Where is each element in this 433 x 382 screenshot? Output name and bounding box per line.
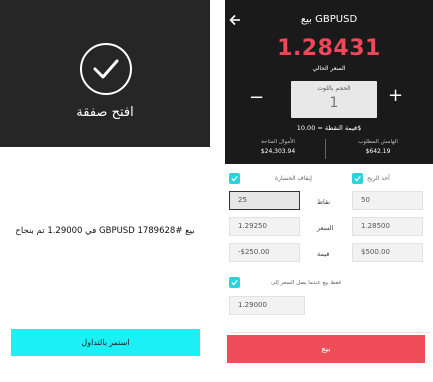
take-profit-points-input[interactable]: 50: [352, 191, 423, 210]
take-profit-checkbox[interactable]: [352, 173, 363, 184]
confirmation-title: افتح صفقة: [76, 105, 134, 120]
value-row-label: قيمة: [317, 250, 330, 258]
points-row-label: نقاط: [317, 198, 331, 206]
check-circle-icon: [80, 43, 132, 95]
stat-divider: [325, 139, 326, 159]
point-value: قيمة النقطة = 10.00$: [296, 124, 362, 132]
stop-loss-label: إيقاف الخسارة: [275, 175, 312, 182]
required-margin-label: الهامش المطلوب: [358, 139, 398, 145]
stop-loss-checkbox[interactable]: [229, 173, 240, 184]
required-margin-stat: الهامش المطلوب $642.19: [353, 139, 403, 155]
take-profit-price-input[interactable]: 1.28500: [352, 217, 423, 236]
pair-title: بيع GBPUSD: [300, 14, 358, 25]
decrease-volume-button[interactable]: −: [249, 87, 264, 108]
confirmation-header: افتح صفقة: [0, 0, 210, 147]
free-funds-label: الأموال المتاحة: [261, 139, 295, 145]
limit-order-label: فقط بيع عندما يصل السعر إلى: [271, 280, 341, 286]
free-funds-value: $24,303.94: [260, 148, 296, 155]
form-divider: [231, 332, 431, 333]
required-margin-value: $642.19: [365, 148, 391, 155]
limit-order-checkbox[interactable]: [229, 277, 240, 288]
volume-stepper[interactable]: الحجم باللوت 1: [291, 81, 377, 118]
stop-loss-value-input[interactable]: -$250.00: [229, 243, 300, 262]
screen: افتح صفقة في 1.29000 تم بنجاح GBPUSD بيع…: [0, 0, 433, 382]
continue-trading-button[interactable]: استمر بالتداول: [11, 329, 200, 356]
order-ticket-panel: بيع GBPUSD 1.28431 السعر الحالي − الحجم …: [225, 0, 433, 382]
limit-price-input[interactable]: 1.29000: [229, 296, 305, 315]
confirmation-message: في 1.29000 تم بنجاح GBPUSD بيع #1789628: [15, 226, 195, 236]
stop-loss-points-input[interactable]: 25: [229, 191, 300, 210]
price-row-label: السعر: [317, 224, 334, 232]
take-profit-value-input[interactable]: $500.00: [352, 243, 423, 262]
trade-confirmation-panel: افتح صفقة في 1.29000 تم بنجاح GBPUSD بيع…: [0, 0, 210, 382]
current-price-label: السعر الحالي: [312, 65, 346, 72]
increase-volume-button[interactable]: +: [388, 85, 403, 106]
sell-button[interactable]: بيع: [227, 335, 425, 363]
current-price: 1.28431: [277, 36, 381, 61]
order-header: بيع GBPUSD 1.28431 السعر الحالي − الحجم …: [225, 0, 433, 164]
free-funds-stat: الأموال المتاحة $24,303.94: [253, 139, 303, 155]
take-profit-label: أخذ الربح: [367, 175, 390, 182]
volume-label: الحجم باللوت: [317, 85, 351, 92]
stop-loss-price-input[interactable]: 1.29250: [229, 217, 300, 236]
volume-value: 1: [329, 95, 339, 111]
